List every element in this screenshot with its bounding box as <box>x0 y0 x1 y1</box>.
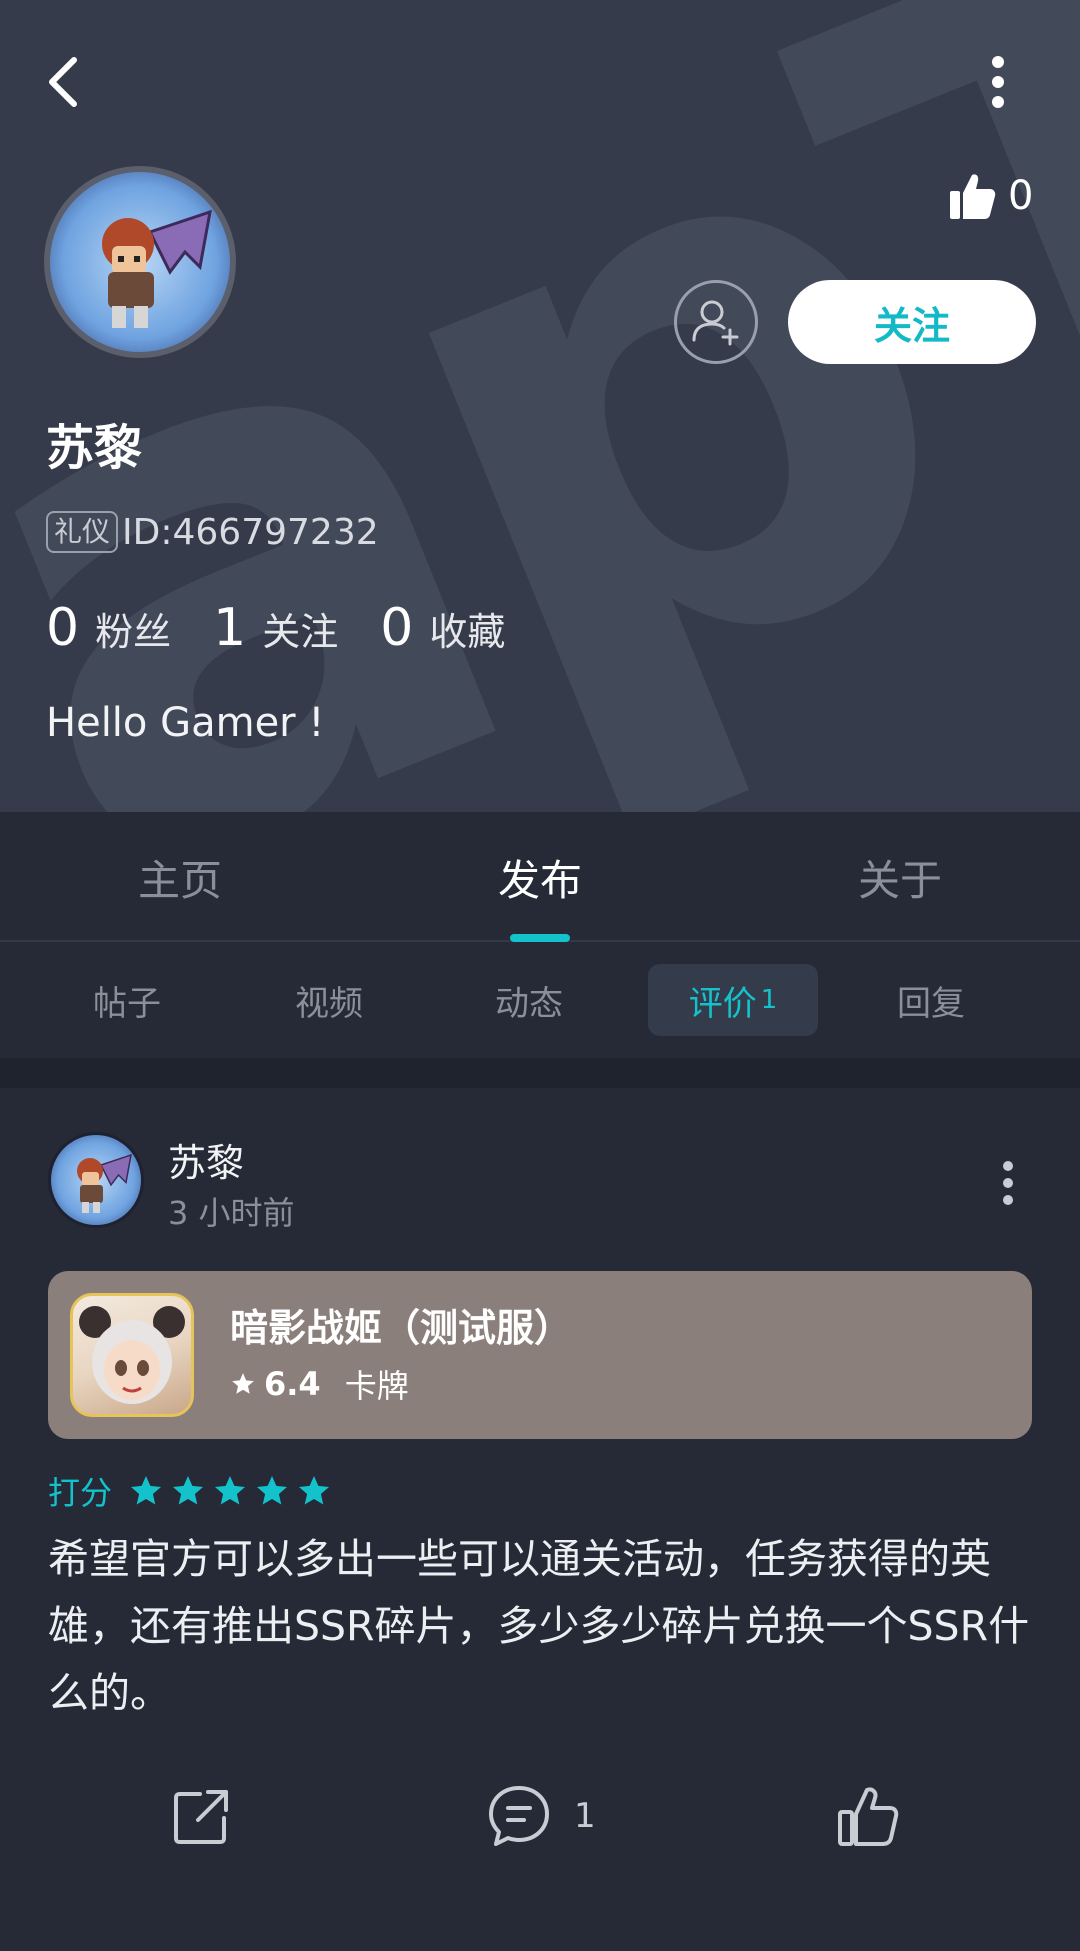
subtab-reviews-count: 1 <box>760 985 778 1015</box>
tab-posts[interactable]: 发布 <box>390 812 690 942</box>
review-text: 希望官方可以多出一些可以通关活动，任务获得的英雄，还有推出SSR碎片，多少多少碎… <box>48 1535 1030 1717</box>
likes-count: 0 <box>1008 173 1034 219</box>
star-icon <box>232 1373 254 1394</box>
review-post: 苏黎 3 小时前 暗影战姬（测试服） 6.4 卡牌 打分 希望官方可以多出一些可… <box>0 1088 1080 1951</box>
profile-page: apTa 0 关注 苏黎 礼仪 ID:466797232 0 粉丝 1 关注 0… <box>0 0 1080 1951</box>
subtab-threads[interactable]: 帖子 <box>42 964 212 1036</box>
score-label: 打分 <box>48 1474 113 1512</box>
add-friend-button[interactable] <box>674 280 758 364</box>
tab-about[interactable]: 关于 <box>750 812 1050 942</box>
thumbs-up-icon <box>950 174 996 219</box>
star-icon <box>257 1476 288 1505</box>
section-divider <box>0 1058 1080 1088</box>
star-icon <box>299 1476 330 1505</box>
avatar-character-icon <box>102 209 212 328</box>
user-id-row: 礼仪 ID:466797232 <box>46 508 379 556</box>
stat-following[interactable]: 1 关注 <box>213 598 338 658</box>
post-author-name[interactable]: 苏黎 <box>168 1132 244 1187</box>
thumbs-up-icon[interactable] <box>836 1784 900 1848</box>
post-timestamp: 3 小时前 <box>168 1194 295 1232</box>
comment-count: 1 <box>574 1796 596 1836</box>
game-genre: 卡牌 <box>344 1367 409 1405</box>
etiquette-badge[interactable]: 礼仪 <box>46 511 119 553</box>
main-tab-bar: 主页 发布 关于 <box>0 812 1080 942</box>
profile-name: 苏黎 <box>46 420 143 476</box>
follow-button[interactable]: 关注 <box>788 280 1036 364</box>
tab-active-indicator <box>510 934 570 942</box>
game-rating: 6.4 <box>264 1365 321 1403</box>
stat-fans-label: 粉丝 <box>95 610 172 654</box>
subtab-videos[interactable]: 视频 <box>244 964 414 1036</box>
star-icon <box>131 1476 162 1505</box>
game-card[interactable]: 暗影战姬（测试服） 6.4 卡牌 <box>48 1271 1032 1439</box>
subtab-reviews-label: 评价 <box>688 983 757 1024</box>
post-avatar[interactable] <box>48 1132 144 1228</box>
comment-icon <box>489 1786 549 1846</box>
post-actions: 1 <box>0 1768 1080 1868</box>
tab-home[interactable]: 主页 <box>30 812 330 942</box>
add-user-icon <box>692 300 739 346</box>
game-icon <box>70 1293 194 1417</box>
subtab-replies[interactable]: 回复 <box>846 964 1016 1036</box>
more-vertical-icon[interactable] <box>978 50 1018 114</box>
back-icon[interactable] <box>40 50 92 114</box>
watermark-logo: apTa <box>0 0 1080 812</box>
share-icon[interactable] <box>170 1784 234 1848</box>
score-row: 打分 <box>48 1466 338 1516</box>
stat-favorites[interactable]: 0 收藏 <box>380 598 505 658</box>
stat-following-label: 关注 <box>262 610 339 654</box>
game-character-icon <box>79 1306 185 1404</box>
subtab-reviews[interactable]: 评价 1 <box>648 964 818 1036</box>
subtab-moments[interactable]: 动态 <box>444 964 614 1036</box>
star-rating <box>128 1473 338 1509</box>
sub-tab-bar: 帖子 视频 动态 评价 1 回复 <box>0 944 1080 1058</box>
game-title: 暗影战姬（测试服） <box>230 1306 573 1350</box>
avatar[interactable] <box>44 166 236 358</box>
game-meta: 6.4 卡牌 <box>230 1361 409 1407</box>
profile-bio: Hello Gamer ! <box>46 700 325 746</box>
stat-favorites-count: 0 <box>380 598 414 658</box>
star-icon <box>215 1476 246 1505</box>
star-icon <box>173 1476 204 1505</box>
stat-favorites-label: 收藏 <box>429 610 506 654</box>
profile-likes: 0 <box>948 166 1033 226</box>
stat-fans-count: 0 <box>46 598 80 658</box>
stat-fans[interactable]: 0 粉丝 <box>46 598 171 658</box>
stat-following-count: 1 <box>213 598 247 658</box>
user-id: ID:466797232 <box>122 511 379 553</box>
profile-stats: 0 粉丝 1 关注 0 收藏 <box>46 598 547 658</box>
more-vertical-icon[interactable] <box>990 1158 1026 1208</box>
profile-header: apTa 0 关注 苏黎 礼仪 ID:466797232 0 粉丝 1 关注 0… <box>0 0 1080 812</box>
avatar-character-icon <box>77 1153 132 1213</box>
comment-button[interactable]: 1 <box>486 1784 596 1848</box>
